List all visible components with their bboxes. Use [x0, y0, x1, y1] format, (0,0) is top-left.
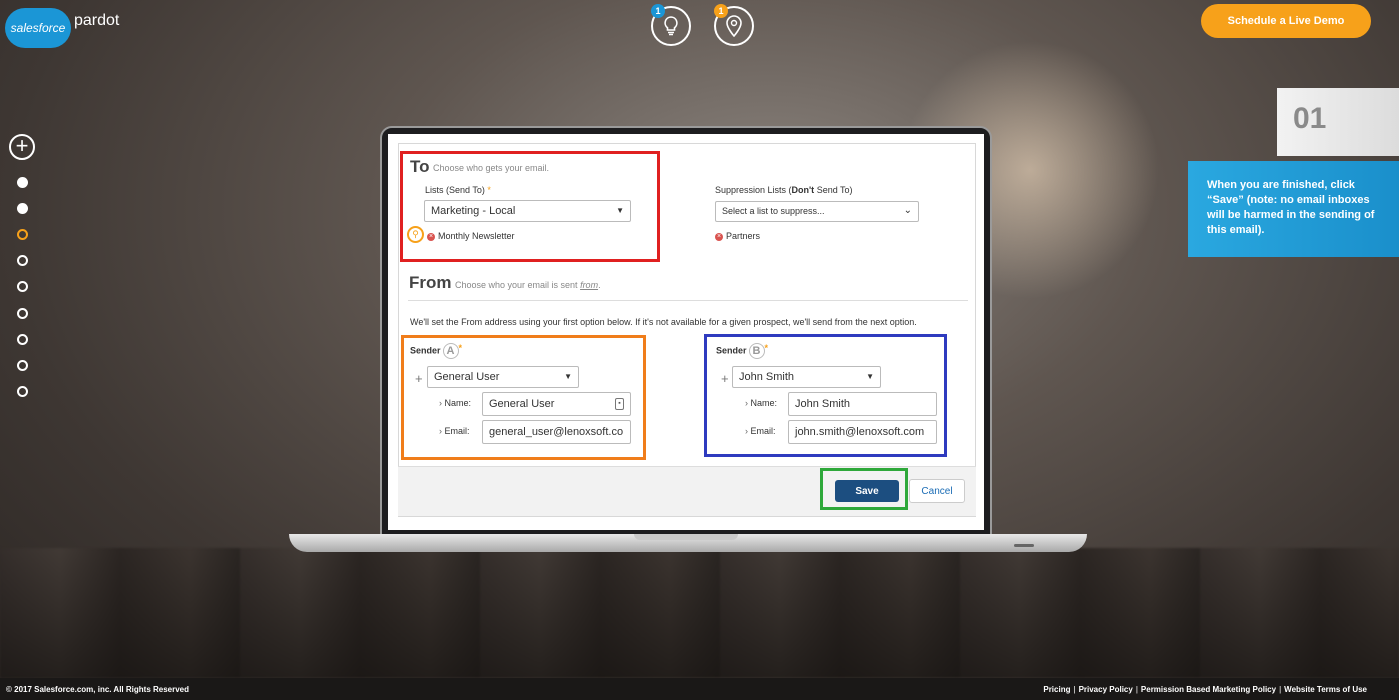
footer-link-pricing[interactable]: Pricing — [1043, 685, 1070, 694]
step-dot-3-current[interactable] — [17, 229, 28, 240]
hint-count-badge: 1 — [651, 4, 665, 18]
from-note: We'll set the From address using your fi… — [410, 317, 917, 327]
remove-suppression-icon[interactable]: × — [715, 232, 723, 241]
step-number: 01 — [1277, 88, 1399, 156]
step-dot-2[interactable] — [17, 203, 28, 214]
to-highlight-box — [400, 151, 660, 262]
copyright-text: © 2017 Salesforce.com, inc. All Rights R… — [6, 685, 190, 694]
hints-lightbulb-button[interactable]: 1 — [651, 4, 691, 46]
expand-steps-button[interactable]: + — [9, 134, 35, 160]
map-pin-icon — [726, 15, 742, 37]
pin-count-badge: 1 — [714, 4, 728, 18]
sender-b-highlight-box — [704, 334, 947, 457]
suppression-placeholder: Select a list to suppress... — [722, 206, 825, 216]
laptop-notch — [634, 534, 738, 540]
suppression-lists-label: Suppression Lists (Don't Send To) — [715, 185, 853, 195]
step-dot-8[interactable] — [17, 386, 28, 397]
step-dot-4[interactable] — [17, 255, 28, 266]
suppression-chip-label: Partners — [726, 231, 761, 241]
lightbulb-icon — [664, 16, 678, 36]
footer-links: Pricing | Privacy Policy | Permission Base… — [1043, 685, 1367, 694]
footer-link-permission-policy[interactable]: Permission Based Marketing Policy — [1141, 685, 1276, 694]
footer-link-terms[interactable]: Website Terms of Use — [1284, 685, 1367, 694]
salesforce-cloud-logo: salesforce — [5, 8, 71, 48]
step-dot-7[interactable] — [17, 360, 28, 371]
pardot-wordmark: pardot — [74, 12, 120, 29]
footer-link-privacy[interactable]: Privacy Policy — [1079, 685, 1133, 694]
step-tip: When you are finished, click “Save” (not… — [1188, 161, 1399, 257]
from-subtitle: Choose who your email is sent from. — [455, 280, 601, 290]
suppression-lists-select[interactable]: Select a list to suppress... ⌄ — [715, 201, 919, 222]
wooden-floor — [0, 548, 1399, 678]
section-divider — [408, 300, 968, 301]
suppression-chip-partners: × Partners — [715, 231, 760, 241]
salesforce-pardot-logo[interactable]: salesforce pardot — [5, 8, 119, 48]
cancel-button[interactable]: Cancel — [909, 479, 965, 503]
chevron-down-icon: ⌄ — [903, 205, 912, 216]
step-dot-1[interactable] — [17, 177, 28, 188]
sender-a-highlight-box — [401, 335, 646, 460]
step-dot-6[interactable] — [17, 308, 28, 319]
locations-pin-button[interactable]: 1 — [714, 4, 754, 46]
from-heading: From — [409, 273, 452, 292]
laptop-foot — [1014, 544, 1034, 547]
schedule-demo-button[interactable]: Schedule a Live Demo — [1201, 4, 1371, 38]
step-dot-5[interactable] — [17, 281, 28, 292]
step-dot-extra[interactable] — [17, 334, 28, 345]
save-highlight-box — [820, 468, 908, 510]
